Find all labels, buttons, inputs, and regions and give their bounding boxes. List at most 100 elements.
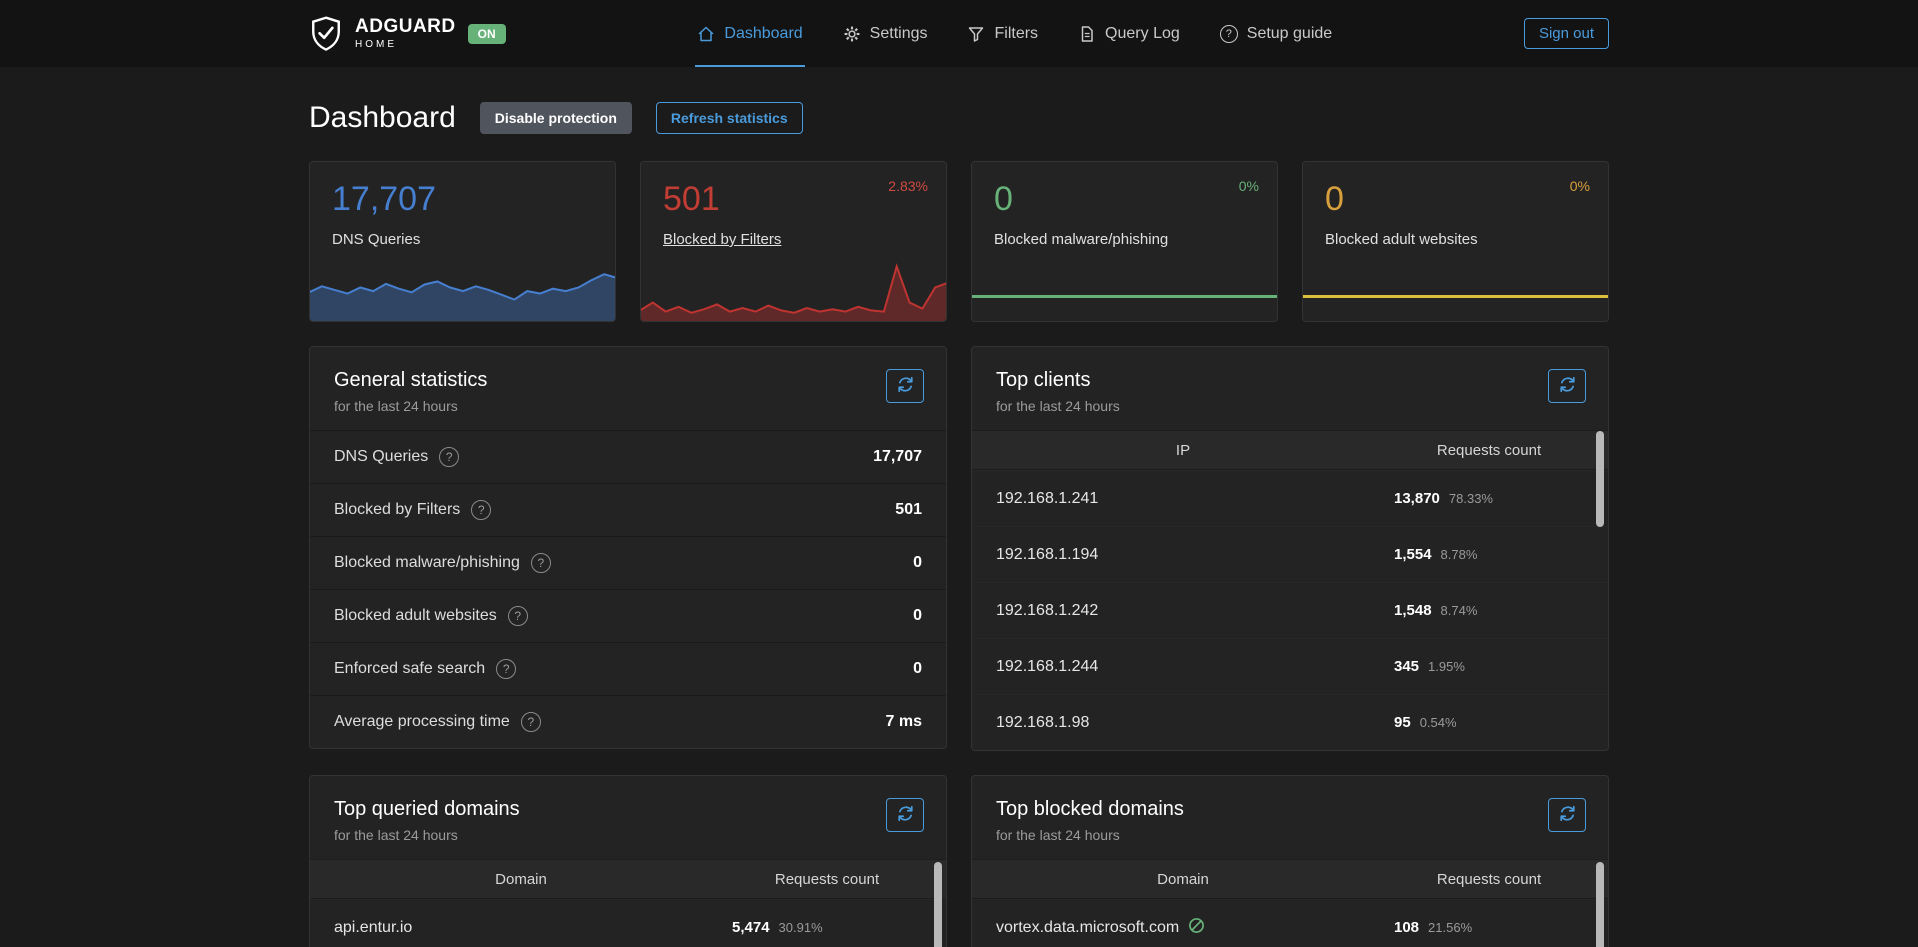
- request-count: 5,474: [732, 919, 770, 936]
- card-title: Top blocked domains: [996, 798, 1584, 821]
- help-icon[interactable]: ?: [496, 659, 516, 679]
- stat-card-blocked-adult: 0 Blocked adult websites 0%: [1302, 161, 1609, 322]
- stat-card-blocked-malware: 0 Blocked malware/phishing 0%: [971, 161, 1278, 322]
- stats-row: Blocked adult websites?0: [310, 589, 946, 642]
- scrollbar-thumb[interactable]: [1596, 862, 1604, 947]
- table-row: 192.168.1.244 3451.95%: [972, 638, 1608, 694]
- domain-name: vortex.data.microsoft.com: [996, 919, 1179, 937]
- refresh-button[interactable]: [1548, 798, 1586, 832]
- adguard-shield-logo-icon: [309, 15, 343, 53]
- stats-row-value: 17,707: [873, 448, 922, 466]
- blocked-filters-link[interactable]: Blocked by Filters: [663, 231, 781, 248]
- stats-row-label: Blocked adult websites: [334, 607, 497, 625]
- table-row: 192.168.1.194 1,554 8.78%: [972, 526, 1608, 582]
- client-ip: 192.168.1.241: [996, 490, 1394, 508]
- client-ip: 192.168.1.194: [996, 546, 1394, 564]
- card-subtitle: for the last 24 hours: [996, 398, 1584, 414]
- refresh-button[interactable]: [1548, 369, 1586, 403]
- help-icon[interactable]: ?: [531, 553, 551, 573]
- blocked-malware-value: 0: [994, 180, 1277, 219]
- home-icon: [697, 25, 715, 43]
- refresh-icon: [1559, 805, 1576, 825]
- stats-row-value: 0: [913, 660, 922, 678]
- stats-row: Blocked malware/phishing?0: [310, 536, 946, 589]
- nav-label: Filters: [994, 25, 1038, 43]
- request-percent: 0.54%: [1420, 715, 1457, 730]
- table-row: vortex.data.microsoft.com 108 21.56%: [972, 899, 1608, 947]
- table-row: 192.168.1.241 13,87078.33%: [972, 470, 1608, 526]
- help-icon[interactable]: ?: [521, 712, 541, 732]
- refresh-icon: [897, 805, 914, 825]
- request-percent: 21.56%: [1428, 920, 1472, 935]
- table-row: api.entur.io 5,474 30.91%: [310, 899, 946, 947]
- dns-queries-sparkline: [309, 254, 616, 321]
- request-count: 1,548: [1394, 602, 1432, 619]
- card-title: Top clients: [996, 369, 1584, 392]
- stats-row: Average processing time? 7 ms: [310, 695, 946, 748]
- table-header: Domain Requests count: [972, 859, 1608, 899]
- scrollbar-thumb[interactable]: [1596, 431, 1604, 527]
- stats-row-value: 501: [895, 501, 922, 519]
- brand-subtitle: HOME: [355, 40, 456, 50]
- request-percent: 8.74%: [1441, 603, 1478, 618]
- table-header: IP Requests count: [972, 430, 1608, 470]
- stat-card-dns-queries: 17,707 DNS Queries: [309, 161, 616, 322]
- nav-setup-guide[interactable]: ? Setup guide: [1218, 0, 1334, 67]
- disable-protection-button[interactable]: Disable protection: [480, 102, 632, 134]
- request-count: 1,554: [1394, 546, 1432, 563]
- question-icon: ?: [1220, 25, 1238, 43]
- blocked-adult-value: 0: [1325, 180, 1608, 219]
- column-header-requests: Requests count: [1394, 871, 1608, 888]
- stats-row-label: Blocked malware/phishing: [334, 554, 520, 572]
- top-blocked-domains-card: Top blocked domains for the last 24 hour…: [971, 775, 1609, 947]
- request-percent: 78.33%: [1449, 491, 1493, 506]
- help-icon[interactable]: ?: [471, 500, 491, 520]
- client-ip: 192.168.1.242: [996, 602, 1394, 620]
- filter-icon: [967, 25, 985, 43]
- nav-filters[interactable]: Filters: [965, 0, 1040, 67]
- stats-row-value: 7 ms: [886, 713, 922, 731]
- stats-row-label: DNS Queries: [334, 448, 428, 466]
- nav-label: Dashboard: [724, 25, 802, 43]
- blocked-adult-label: Blocked adult websites: [1325, 231, 1478, 248]
- refresh-button[interactable]: [886, 369, 924, 403]
- stats-row-label: Average processing time: [334, 713, 510, 731]
- request-count: 108: [1394, 919, 1419, 936]
- request-count: 95: [1394, 714, 1411, 731]
- nav-query-log[interactable]: Query Log: [1076, 0, 1182, 67]
- blocked-malware-sparkline: [971, 254, 1278, 321]
- nav-settings[interactable]: Settings: [841, 0, 930, 67]
- top-bar: ADGUARD HOME ON Dashboard: [0, 0, 1918, 67]
- stats-row: DNS Queries? 17,707: [310, 430, 946, 483]
- scrollbar-thumb[interactable]: [934, 862, 942, 947]
- refresh-icon: [897, 376, 914, 396]
- stats-row: Blocked by Filters?501: [310, 483, 946, 536]
- nav-label: Query Log: [1105, 25, 1180, 43]
- blocked-filters-sparkline: [640, 254, 947, 321]
- stats-row-label: Enforced safe search: [334, 660, 485, 678]
- help-icon[interactable]: ?: [439, 447, 459, 467]
- blocked-icon: [1188, 917, 1205, 939]
- help-icon[interactable]: ?: [508, 606, 528, 626]
- request-percent: 8.78%: [1441, 547, 1478, 562]
- nav-label: Settings: [870, 25, 928, 43]
- nav-dashboard[interactable]: Dashboard: [695, 0, 804, 67]
- nav-label: Setup guide: [1247, 25, 1332, 43]
- blocked-adult-percent: 0%: [1570, 178, 1590, 194]
- general-statistics-rows: DNS Queries?17,707 Blocked by Filters?50…: [310, 430, 946, 748]
- card-title: Top queried domains: [334, 798, 922, 821]
- refresh-button[interactable]: [886, 798, 924, 832]
- column-header-ip: IP: [972, 442, 1394, 459]
- request-percent: 30.91%: [779, 920, 823, 935]
- card-subtitle: for the last 24 hours: [996, 827, 1584, 843]
- refresh-statistics-button[interactable]: Refresh statistics: [656, 102, 803, 134]
- request-percent: 1.95%: [1428, 659, 1465, 674]
- table-header: Domain Requests count: [310, 859, 946, 899]
- blocked-malware-percent: 0%: [1239, 178, 1259, 194]
- sign-out-button[interactable]: Sign out: [1524, 18, 1609, 49]
- card-subtitle: for the last 24 hours: [334, 398, 922, 414]
- domain-name: api.entur.io: [334, 919, 732, 937]
- column-header-requests: Requests count: [732, 871, 946, 888]
- stats-row: Enforced safe search? 0: [310, 642, 946, 695]
- document-icon: [1078, 25, 1096, 43]
